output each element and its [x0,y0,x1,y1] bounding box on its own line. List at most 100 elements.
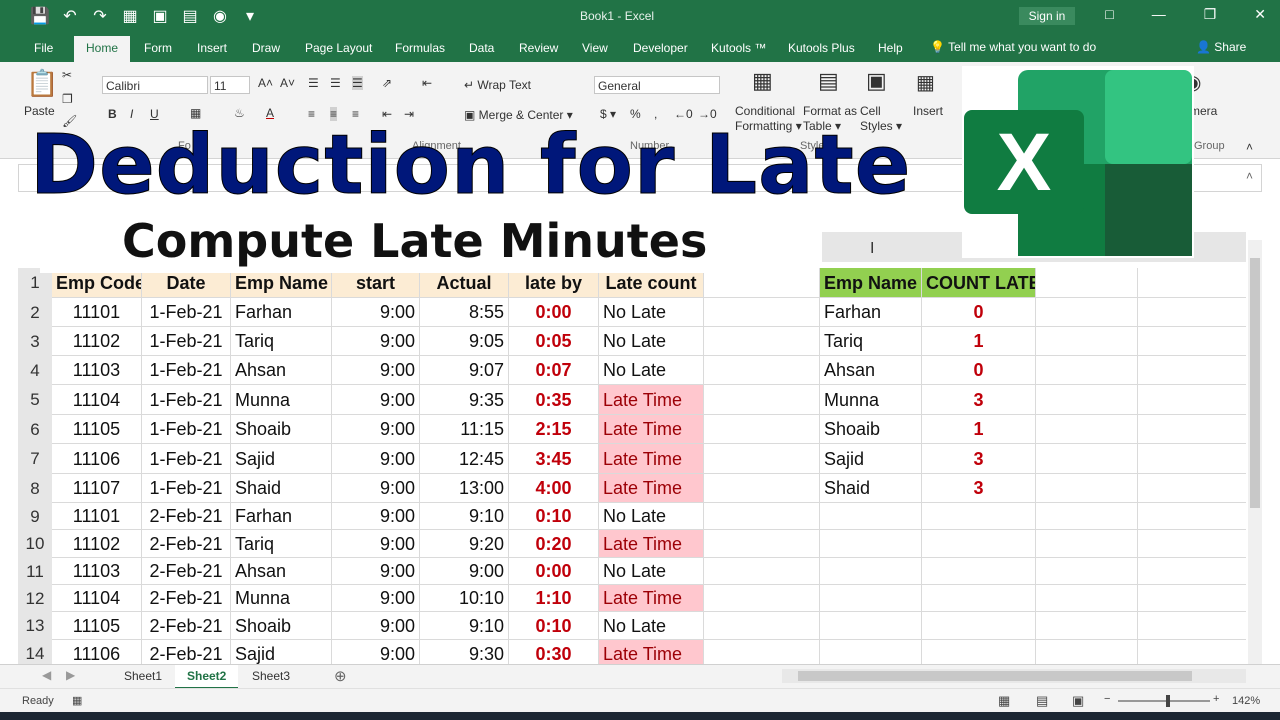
row-header[interactable]: 3 [18,327,52,356]
normal-view-icon[interactable]: ▦ [998,693,1010,709]
align-bottom-icon[interactable]: ☰ [352,76,363,90]
actual-time-cell[interactable]: 9:10 [420,503,509,530]
date-cell[interactable]: 2-Feb-21 [142,558,231,585]
summary-name-cell[interactable]: Tariq [820,327,922,356]
save-icon[interactable]: 💾 [30,6,50,26]
empty-cell[interactable] [1138,268,1246,298]
emp-code-cell[interactable]: 11106 [52,640,142,664]
summary-name-cell[interactable]: Shoaib [820,415,922,444]
sheet-tab-sheet3[interactable]: Sheet3 [240,665,302,687]
align-top-icon[interactable]: ☰ [308,76,319,90]
empty-cell[interactable] [1036,640,1138,664]
vertical-scrollbar[interactable] [1248,240,1262,664]
row-header[interactable]: 2 [18,298,52,327]
emp-name-cell[interactable]: Shoaib [231,415,332,444]
empty-cell[interactable] [1036,298,1138,327]
row-header[interactable]: 5 [18,385,52,415]
vertical-scrollbar-thumb[interactable] [1250,258,1260,508]
align-middle-icon[interactable]: ☰ [330,76,341,90]
late-count-cell[interactable]: Late Time [599,415,704,444]
start-time-cell[interactable]: 9:00 [332,385,420,415]
late-by-cell[interactable]: 0:10 [509,612,599,640]
actual-time-cell[interactable]: 12:45 [420,444,509,474]
row-header[interactable]: 8 [18,474,52,503]
increase-font-icon[interactable]: A˄ [258,76,273,90]
empty-cell[interactable] [1138,415,1246,444]
start-time-cell[interactable]: 9:00 [332,298,420,327]
undo-icon[interactable]: ↶ [60,6,80,26]
horizontal-scrollbar[interactable] [782,669,1246,683]
emp-code-cell[interactable]: 11103 [52,356,142,385]
emp-name-cell[interactable]: Ahsan [231,356,332,385]
empty-cell[interactable] [1138,356,1246,385]
zoom-slider-thumb[interactable] [1166,695,1170,707]
start-time-cell[interactable]: 9:00 [332,612,420,640]
empty-cell[interactable] [922,640,1036,664]
sheet-prev-icon[interactable]: ◀ [42,668,51,682]
empty-cell[interactable] [922,503,1036,530]
row-header[interactable]: 13 [18,612,52,640]
date-cell[interactable]: 1-Feb-21 [142,474,231,503]
empty-cell[interactable] [1138,385,1246,415]
conditional-formatting-icon[interactable]: ▦ [752,68,773,94]
empty-cell[interactable] [820,585,922,612]
empty-cell[interactable] [1138,612,1246,640]
empty-cell[interactable] [922,585,1036,612]
actual-time-cell[interactable]: 10:10 [420,585,509,612]
late-count-cell[interactable]: Late Time [599,640,704,664]
empty-cell[interactable] [704,530,820,558]
empty-cell[interactable] [1036,585,1138,612]
emp-code-cell[interactable]: 11105 [52,612,142,640]
summary-name-cell[interactable]: Sajid [820,444,922,474]
late-by-cell[interactable]: 0:35 [509,385,599,415]
empty-cell[interactable] [704,356,820,385]
row-header[interactable]: 7 [18,444,52,474]
empty-cell[interactable] [1036,444,1138,474]
close-icon[interactable]: ✕ [1254,6,1266,23]
start-time-cell[interactable]: 9:00 [332,415,420,444]
empty-cell[interactable] [704,640,820,664]
worksheet-grid[interactable]: 1 2 3 4 5 6 7 8 9 10 11 12 13 14 Emp Code Date Emp Name… [18,268,1246,664]
actual-time-cell[interactable]: 9:10 [420,612,509,640]
emp-name-cell[interactable]: Munna [231,585,332,612]
actual-time-cell[interactable]: 9:00 [420,558,509,585]
actual-time-cell[interactable]: 11:15 [420,415,509,444]
late-by-cell[interactable]: 4:00 [509,474,599,503]
empty-cell[interactable] [1036,268,1138,298]
start-time-cell[interactable]: 9:00 [332,558,420,585]
emp-name-cell[interactable]: Sajid [231,444,332,474]
paste-button[interactable]: Paste [24,104,55,118]
emp-name-cell[interactable]: Shaid [231,474,332,503]
empty-cell[interactable] [1138,327,1246,356]
late-count-cell[interactable]: No Late [599,558,704,585]
late-count-cell[interactable]: No Late [599,298,704,327]
empty-cell[interactable] [1138,640,1246,664]
late-by-cell[interactable]: 0:05 [509,327,599,356]
horizontal-scrollbar-thumb[interactable] [798,671,1192,681]
date-cell[interactable]: 2-Feb-21 [142,612,231,640]
tab-formulas[interactable]: Formulas [395,41,445,55]
tab-kutools-plus[interactable]: Kutools Plus [788,41,855,55]
empty-cell[interactable] [1036,503,1138,530]
actual-time-cell[interactable]: 13:00 [420,474,509,503]
restore-icon[interactable]: ❐ [1204,6,1217,23]
empty-cell[interactable] [1036,558,1138,585]
late-count-cell[interactable]: Late Time [599,444,704,474]
late-count-cell[interactable]: No Late [599,503,704,530]
empty-cell[interactable] [1138,585,1246,612]
form-icon[interactable]: ▦ [120,6,140,26]
tab-view[interactable]: View [582,41,608,55]
insert-cells-button[interactable]: Insert [913,104,943,118]
orientation-icon[interactable]: ⇗ [382,76,392,90]
summary-header-name[interactable]: Emp Name [820,268,922,298]
summary-count-cell[interactable]: 1 [922,327,1036,356]
actual-time-cell[interactable]: 8:55 [420,298,509,327]
zoom-in-icon[interactable]: + [1213,693,1219,705]
row-header[interactable]: 14 [18,640,52,664]
start-time-cell[interactable]: 9:00 [332,585,420,612]
cell-styles-icon[interactable]: ▣ [866,68,887,94]
late-by-cell[interactable]: 0:07 [509,356,599,385]
date-cell[interactable]: 1-Feb-21 [142,356,231,385]
summary-name-cell[interactable]: Shaid [820,474,922,503]
actual-time-cell[interactable]: 9:20 [420,530,509,558]
